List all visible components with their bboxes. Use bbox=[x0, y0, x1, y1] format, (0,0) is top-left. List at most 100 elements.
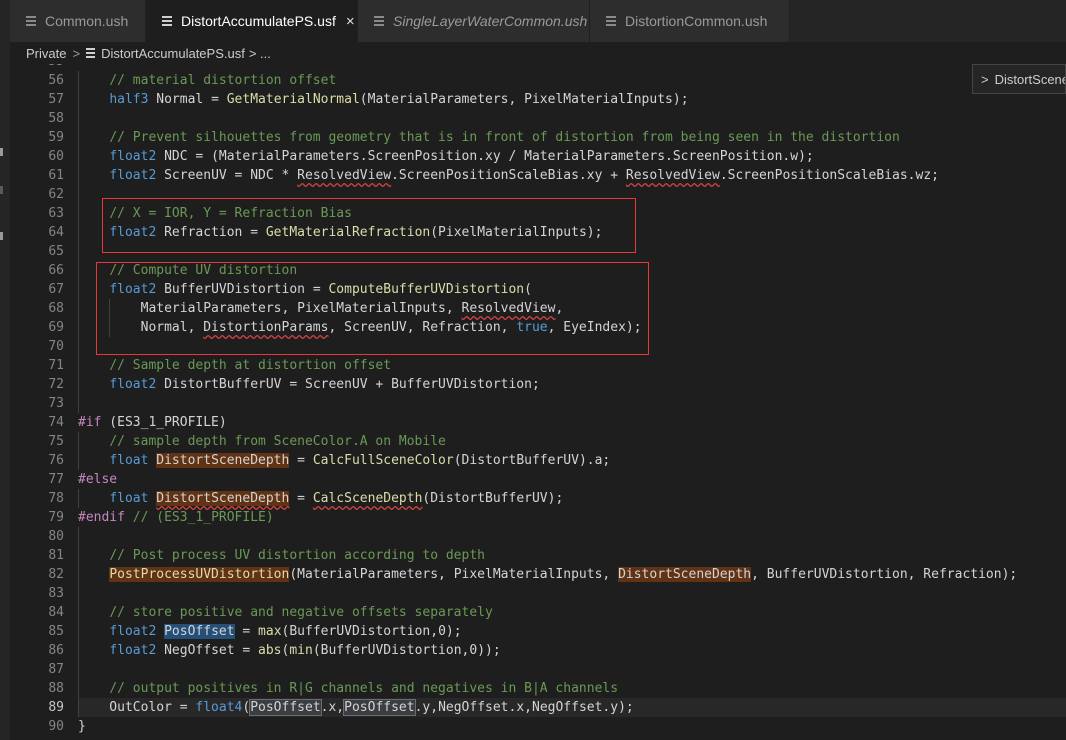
line-number: 84 bbox=[48, 605, 64, 620]
tab-label: DistortAccumulatePS.usf bbox=[181, 13, 336, 29]
line-number: 89 bbox=[48, 700, 64, 715]
sticky-scroll-label: DistortSceneDepth bbox=[994, 71, 1065, 87]
gutter-marker bbox=[0, 186, 3, 194]
code-line[interactable] bbox=[78, 185, 1066, 204]
tab-distortaccumulateps-usf[interactable]: DistortAccumulatePS.usf × bbox=[146, 0, 358, 42]
line-number: 77 bbox=[48, 472, 64, 487]
line-number: 87 bbox=[48, 662, 64, 677]
indent-guide bbox=[109, 299, 110, 318]
indent-guide bbox=[78, 204, 79, 223]
code-line[interactable] bbox=[78, 394, 1066, 413]
indent-guide bbox=[78, 223, 79, 242]
indent-guide bbox=[78, 394, 79, 413]
code-line[interactable] bbox=[78, 109, 1066, 128]
code-line[interactable]: // Post process UV distortion according … bbox=[78, 546, 1066, 565]
tab-label: Common.ush bbox=[45, 13, 129, 29]
breadcrumb-trail[interactable]: > ... bbox=[249, 46, 271, 61]
indent-guide bbox=[78, 71, 79, 90]
indent-guide bbox=[78, 299, 79, 318]
indent-guide bbox=[78, 318, 79, 337]
code-line[interactable]: MaterialParameters, PixelMaterialInputs,… bbox=[78, 299, 1066, 318]
indent-guide bbox=[78, 261, 79, 280]
code-line[interactable]: float2 BufferUVDistortion = ComputeBuffe… bbox=[78, 280, 1066, 299]
line-number: 75 bbox=[48, 434, 64, 449]
file-lines-icon bbox=[86, 47, 96, 59]
code-line[interactable]: // material distortion offset bbox=[78, 71, 1066, 90]
code-line[interactable]: float2 DistortBufferUV = ScreenUV + Buff… bbox=[78, 375, 1066, 394]
indent-guide bbox=[78, 147, 79, 166]
code-line[interactable]: // X = IOR, Y = Refraction Bias bbox=[78, 204, 1066, 223]
gutter-marker bbox=[0, 148, 3, 156]
tab-label: DistortionCommon.ush bbox=[625, 13, 768, 29]
code-line[interactable]: half3 Normal = GetMaterialNormal(Materia… bbox=[78, 90, 1066, 109]
code-line[interactable]: // Compute UV distortion bbox=[78, 261, 1066, 280]
indent-guide bbox=[78, 432, 79, 451]
tab-distortioncommon-ush[interactable]: DistortionCommon.ush bbox=[590, 0, 790, 42]
code-line[interactable]: float2 PosOffset = max(BufferUVDistortio… bbox=[78, 622, 1066, 641]
breadcrumb: Private > DistortAccumulatePS.usf > ... bbox=[10, 42, 1066, 64]
indent-guide bbox=[78, 565, 79, 584]
code-line[interactable] bbox=[78, 242, 1066, 261]
left-activity-strip bbox=[0, 0, 10, 740]
editor-tab-bar: Common.ush DistortAccumulatePS.usf × Sin… bbox=[10, 0, 1066, 42]
code-line[interactable]: float2 Refraction = GetMaterialRefractio… bbox=[78, 223, 1066, 242]
code-line[interactable]: OutColor = float4(PosOffset.x,PosOffset.… bbox=[78, 698, 1066, 717]
tab-singlelayerwatercommon-ush[interactable]: SingleLayerWaterCommon.ush bbox=[358, 0, 590, 42]
file-lines-icon bbox=[605, 14, 617, 28]
code-line[interactable] bbox=[78, 660, 1066, 679]
line-number: 74 bbox=[48, 415, 64, 430]
code-line[interactable]: Normal, DistortionParams, ScreenUV, Refr… bbox=[78, 318, 1066, 337]
line-number: 69 bbox=[48, 320, 64, 335]
line-number: 66 bbox=[48, 263, 64, 278]
indent-guide bbox=[109, 318, 110, 337]
code-line[interactable] bbox=[78, 337, 1066, 356]
line-number: 90 bbox=[48, 719, 64, 734]
indent-guide bbox=[78, 546, 79, 565]
line-number: 57 bbox=[48, 92, 64, 107]
breadcrumb-file[interactable]: DistortAccumulatePS.usf bbox=[101, 46, 245, 61]
code-line[interactable]: float2 NegOffset = abs(min(BufferUVDisto… bbox=[78, 641, 1066, 660]
close-icon[interactable]: × bbox=[346, 13, 355, 30]
sticky-scroll-widget[interactable]: > DistortSceneDepth bbox=[972, 64, 1066, 94]
code-line[interactable]: // Sample depth at distortion offset bbox=[78, 356, 1066, 375]
code-line[interactable] bbox=[78, 584, 1066, 603]
code-line[interactable]: // output positives in R|G channels and … bbox=[78, 679, 1066, 698]
line-number-gutter: 55 56 57 58 59 60 61 62 63 64 65 66 67 68 69 70 71 72 73 74… bbox=[10, 64, 68, 736]
line-number: 67 bbox=[48, 282, 64, 297]
indent-guide bbox=[78, 356, 79, 375]
line-number: 63 bbox=[48, 206, 64, 221]
line-number: 58 bbox=[48, 111, 64, 126]
tab-common-ush[interactable]: Common.ush bbox=[10, 0, 146, 42]
code-line[interactable]: // sample depth from SceneColor.A on Mob… bbox=[78, 432, 1066, 451]
file-lines-icon bbox=[161, 14, 173, 28]
line-number: 73 bbox=[48, 396, 64, 411]
line-number: 61 bbox=[48, 168, 64, 183]
line-number: 85 bbox=[48, 624, 64, 639]
code-area[interactable]: // material distortion offset half3 Norm… bbox=[78, 71, 1066, 736]
code-line[interactable]: #else bbox=[78, 470, 1066, 489]
indent-guide bbox=[78, 166, 79, 185]
indent-guide bbox=[78, 451, 79, 470]
breadcrumb-folder[interactable]: Private bbox=[26, 46, 66, 61]
gutter-marker bbox=[0, 232, 3, 240]
line-number: 64 bbox=[48, 225, 64, 240]
line-number: 65 bbox=[48, 244, 64, 259]
line-number: 80 bbox=[48, 529, 64, 544]
code-line[interactable]: // store positive and negative offsets s… bbox=[78, 603, 1066, 622]
code-line[interactable]: #if (ES3_1_PROFILE) bbox=[78, 413, 1066, 432]
code-line[interactable]: float2 ScreenUV = NDC * ResolvedView.Scr… bbox=[78, 166, 1066, 185]
code-line[interactable]: #endif // (ES3_1_PROFILE) bbox=[78, 508, 1066, 527]
code-editor[interactable]: 55 56 57 58 59 60 61 62 63 64 65 66 67 68 69 70 71 72 73 74… bbox=[10, 64, 1066, 740]
code-line[interactable]: // Prevent silhouettes from geometry tha… bbox=[78, 128, 1066, 147]
indent-guide bbox=[78, 622, 79, 641]
tab-label: SingleLayerWaterCommon.ush bbox=[393, 13, 588, 29]
code-line[interactable]: float2 NDC = (MaterialParameters.ScreenP… bbox=[78, 147, 1066, 166]
code-line[interactable]: } bbox=[78, 717, 1066, 736]
code-line[interactable]: float DistortSceneDepth = CalcSceneDepth… bbox=[78, 489, 1066, 508]
indent-guide bbox=[78, 280, 79, 299]
indent-guide bbox=[78, 603, 79, 622]
indent-guide bbox=[78, 641, 79, 660]
code-line[interactable] bbox=[78, 527, 1066, 546]
code-line[interactable]: PostProcessUVDistortion(MaterialParamete… bbox=[78, 565, 1066, 584]
code-line[interactable]: float DistortSceneDepth = CalcFullSceneC… bbox=[78, 451, 1066, 470]
